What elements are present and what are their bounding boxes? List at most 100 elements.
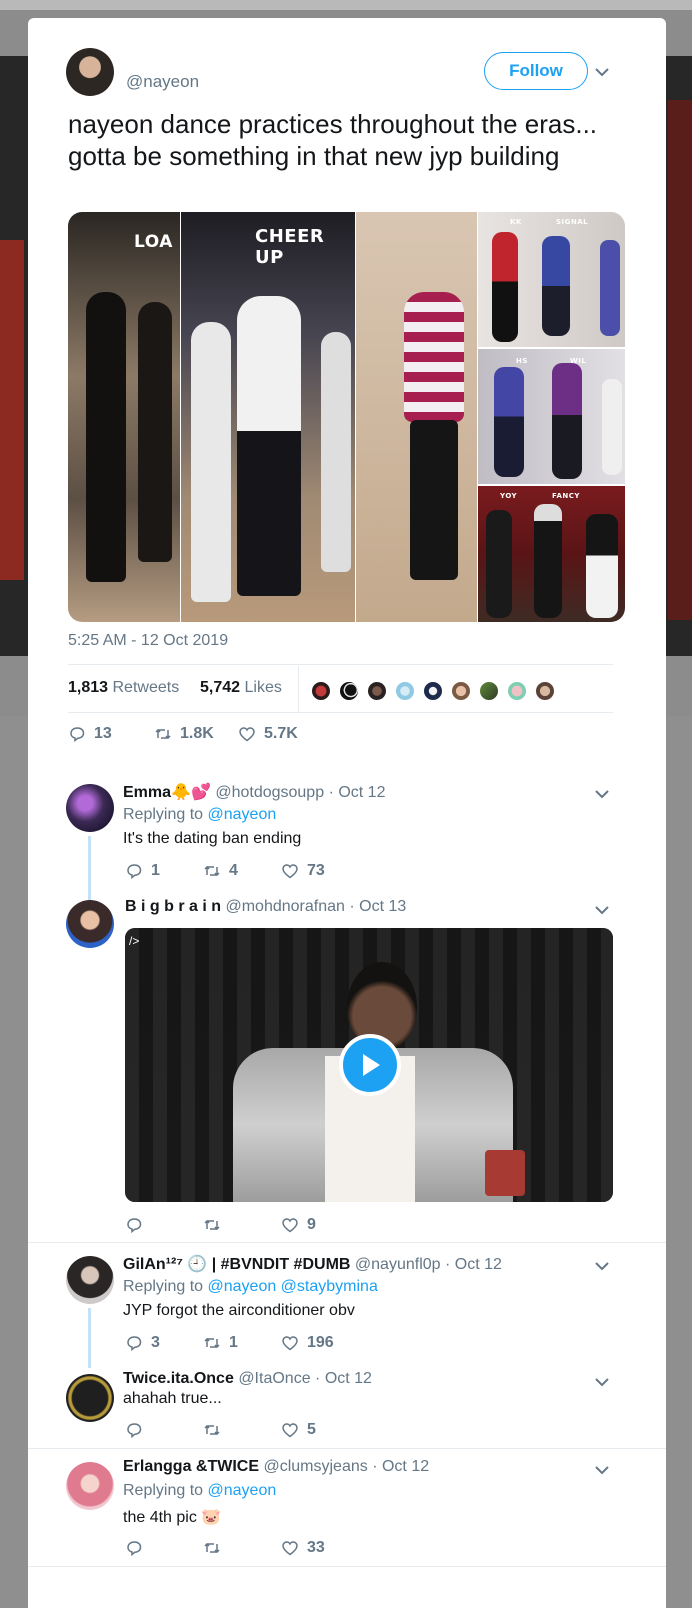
- like-action[interactable]: 33: [281, 1539, 325, 1557]
- media-label: CHEER UP: [255, 226, 325, 268]
- reply-avatar[interactable]: [66, 784, 114, 832]
- reply-author-handle[interactable]: @hotdogsoupp: [215, 784, 324, 801]
- like-action[interactable]: 73: [281, 862, 325, 880]
- reply-action[interactable]: 3: [125, 1334, 203, 1352]
- reply-separator: [28, 1566, 666, 1567]
- likes-stat[interactable]: 5,742 Likes: [200, 679, 282, 697]
- reply-actions: 1 4 73: [125, 862, 325, 880]
- reply-avatar[interactable]: [66, 900, 114, 948]
- liker-avatar[interactable]: [534, 680, 556, 702]
- background-decoration: [668, 100, 692, 620]
- like-action[interactable]: 196: [281, 1334, 334, 1352]
- like-action[interactable]: 5.7K: [238, 725, 298, 743]
- liker-avatar[interactable]: [310, 680, 332, 702]
- dancer-figure: [534, 504, 562, 618]
- reply-icon: [127, 1541, 142, 1557]
- reply-date[interactable]: · Oct 13: [349, 898, 406, 915]
- follow-button[interactable]: Follow: [484, 52, 588, 90]
- play-icon: [363, 1054, 380, 1076]
- reply-author-name[interactable]: Emma: [123, 784, 171, 801]
- reply-text: the 4th pic 🐷: [123, 1509, 222, 1526]
- reply-count: 3: [151, 1334, 160, 1351]
- reply-author-name[interactable]: B i g b r a i n: [125, 898, 221, 915]
- reply-actions: 3 1 196: [125, 1334, 334, 1352]
- retweet-action[interactable]: 4: [203, 862, 281, 880]
- reply-header: Emma🐥💕 @hotdogsoupp · Oct 12: [123, 782, 385, 802]
- reply-date[interactable]: · Oct 12: [315, 1370, 372, 1387]
- reply-actions: 33: [125, 1539, 325, 1557]
- chevron-down-icon[interactable]: [594, 1464, 610, 1476]
- media-panel-kk-signal[interactable]: KK SIGNAL: [478, 212, 625, 347]
- media-grid[interactable]: LOA CHEER UP KK SIGNAL HS WIL YOY FANCY: [68, 212, 625, 622]
- reply-action[interactable]: 13: [68, 725, 154, 743]
- tweet-actions: 13 1.8K 5.7K: [68, 725, 298, 743]
- video-overlay-text: />: [129, 934, 140, 948]
- reply-author-handle[interactable]: @nayunfl0p: [355, 1256, 441, 1273]
- liker-avatar[interactable]: [478, 680, 500, 702]
- reply-avatar[interactable]: [66, 1462, 114, 1510]
- liker-avatar[interactable]: [366, 680, 388, 702]
- reply-header: Erlangga &TWICE @clumsyjeans · Oct 12: [123, 1458, 429, 1476]
- media-panel-cheer-up[interactable]: CHEER UP: [181, 212, 355, 622]
- reply-text: JYP forgot the airconditioner obv: [123, 1302, 355, 1319]
- video-player[interactable]: />: [125, 928, 613, 1202]
- reply-avatar[interactable]: [66, 1374, 114, 1422]
- replying-to-link[interactable]: @nayeon: [208, 806, 277, 823]
- liker-avatar[interactable]: [338, 680, 360, 702]
- chevron-down-icon[interactable]: [594, 788, 610, 800]
- retweet-action[interactable]: [203, 1421, 281, 1439]
- reply-date[interactable]: · Oct 12: [372, 1458, 429, 1475]
- reply-author-handle[interactable]: @mohdnorafnan: [225, 898, 344, 915]
- retweet-icon: [155, 728, 171, 740]
- play-button[interactable]: [339, 1034, 401, 1096]
- like-action[interactable]: 5: [281, 1421, 316, 1439]
- like-count: 5: [307, 1421, 316, 1438]
- liker-avatar[interactable]: [394, 680, 416, 702]
- dancer-figure: [321, 332, 351, 572]
- reply-action[interactable]: 1: [125, 862, 203, 880]
- media-panel-yoy-fancy[interactable]: YOY FANCY: [478, 486, 625, 622]
- reply-author-handle[interactable]: @ItaOnce: [238, 1370, 310, 1387]
- replying-to-link[interactable]: @nayeon: [208, 1482, 277, 1499]
- tweet-timestamp[interactable]: 5:25 AM - 12 Oct 2019: [68, 632, 228, 650]
- liker-avatar[interactable]: [506, 680, 528, 702]
- retweet-action[interactable]: 1.8K: [154, 725, 238, 743]
- reply-date[interactable]: · Oct 12: [329, 784, 386, 801]
- dancer-figure: [492, 232, 518, 342]
- liker-avatar[interactable]: [450, 680, 472, 702]
- replying-to: Replying to @nayeon @staybymina: [123, 1278, 378, 1296]
- author-avatar[interactable]: [66, 48, 114, 96]
- liker-avatar[interactable]: [422, 680, 444, 702]
- background-decoration: [0, 240, 24, 580]
- retweet-icon: [204, 1219, 220, 1231]
- reply-date[interactable]: · Oct 12: [445, 1256, 502, 1273]
- reply-text: It's the dating ban ending: [123, 830, 302, 847]
- replying-to-link[interactable]: @nayeon @staybymina: [208, 1278, 378, 1295]
- reply-action[interactable]: [125, 1539, 203, 1557]
- reply-avatar[interactable]: [66, 1256, 114, 1304]
- chevron-down-icon[interactable]: [594, 66, 610, 78]
- chevron-down-icon[interactable]: [594, 1376, 610, 1388]
- media-panel-hs-wil[interactable]: HS WIL: [478, 349, 625, 484]
- like-action[interactable]: 9: [281, 1216, 316, 1234]
- reply-author-name[interactable]: GilAn¹²⁷ 🕘 | #BVNDIT #DUMB: [123, 1256, 350, 1273]
- retweet-action[interactable]: 1: [203, 1334, 281, 1352]
- chevron-down-icon[interactable]: [594, 904, 610, 916]
- replying-to-label: Replying to: [123, 1482, 204, 1499]
- like-count: 5.7K: [264, 725, 298, 742]
- reply-action[interactable]: [125, 1216, 203, 1234]
- reply-author-name[interactable]: Erlangga &TWICE: [123, 1458, 259, 1475]
- media-panel-striped[interactable]: [356, 212, 477, 622]
- retweet-action[interactable]: [203, 1539, 281, 1557]
- reply-action[interactable]: [125, 1421, 203, 1439]
- media-panel-loa[interactable]: LOA: [68, 212, 180, 622]
- retweet-action[interactable]: [203, 1216, 281, 1234]
- author-handle[interactable]: @nayeon: [126, 72, 199, 92]
- heart-icon: [282, 1336, 298, 1351]
- retweets-stat[interactable]: 1,813 Retweets: [68, 679, 179, 697]
- reply-author-name[interactable]: Twice.ita.Once: [123, 1370, 234, 1387]
- background-topbar: [0, 0, 692, 10]
- chevron-down-icon[interactable]: [594, 1260, 610, 1272]
- reply-author-handle[interactable]: @clumsyjeans: [263, 1458, 367, 1475]
- tweet-modal: @nayeon Follow nayeon dance practices th…: [28, 18, 666, 1608]
